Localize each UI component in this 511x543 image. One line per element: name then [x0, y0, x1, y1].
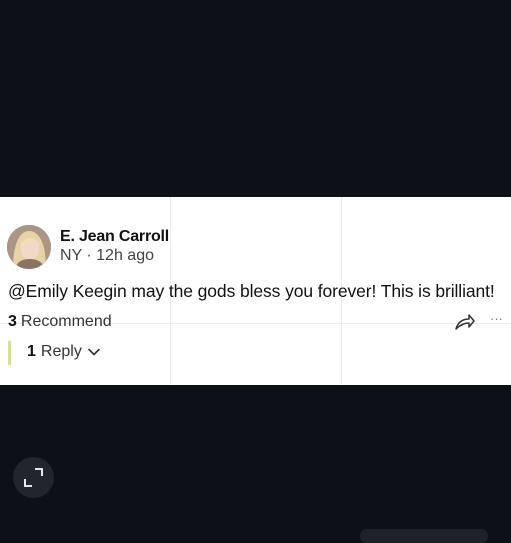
avatar[interactable]	[7, 225, 51, 269]
chevron-down-icon	[88, 348, 100, 356]
recommend-button[interactable]: 3 Recommend	[8, 313, 112, 331]
comment-meta: NY · 12h ago	[60, 247, 154, 264]
expand-icon	[24, 468, 43, 487]
reply-count: 1	[27, 343, 36, 360]
author-name[interactable]: E. Jean Carroll	[60, 228, 169, 246]
recommend-count: 3	[8, 313, 17, 330]
bottom-pill	[360, 529, 488, 543]
avatar-image	[7, 225, 51, 269]
recommend-label: Recommend	[20, 313, 112, 330]
share-arrow-icon[interactable]	[454, 313, 476, 331]
more-dots-icon[interactable]: ···	[490, 311, 503, 326]
comment-card: E. Jean Carroll NY · 12h ago @Emily Keeg…	[0, 197, 511, 385]
reply-label: Reply	[40, 343, 82, 360]
expand-button[interactable]	[13, 457, 54, 498]
reply-toggle-button[interactable]: 1 Reply	[27, 343, 100, 361]
reply-thread-bar	[8, 341, 11, 365]
comment-text: @Emily Keegin may the gods bless you for…	[8, 281, 495, 301]
